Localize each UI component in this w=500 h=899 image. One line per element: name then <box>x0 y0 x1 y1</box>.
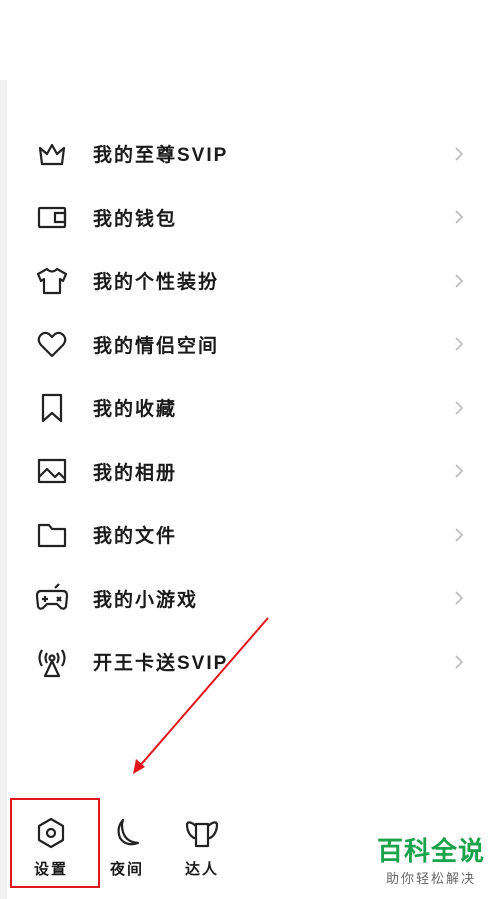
night-mode-button[interactable]: 夜间 <box>97 810 157 880</box>
chevron-right-icon <box>455 464 464 478</box>
menu-item-label: 我的个性装扮 <box>93 272 220 294</box>
menu-item-files[interactable]: 我的文件 <box>0 503 500 567</box>
heart-icon <box>35 327 69 361</box>
menu-item-label: 我的至尊SVIP <box>93 145 229 167</box>
watermark-subtitle: 助你轻松解决 <box>385 871 476 886</box>
crown-icon <box>35 137 69 171</box>
annotation-highlight-box <box>10 798 100 888</box>
chevron-right-icon <box>455 337 464 351</box>
menu-item-wangka-svip[interactable]: 开王卡送SVIP <box>0 630 500 694</box>
bookmark-icon <box>35 391 69 425</box>
menu-item-favorites[interactable]: 我的收藏 <box>0 376 500 440</box>
menu-item-mini-games[interactable]: 我的小游戏 <box>0 567 500 631</box>
folder-icon <box>35 518 69 552</box>
menu-item-label: 开王卡送SVIP <box>93 653 229 675</box>
night-mode-label: 夜间 <box>109 861 144 878</box>
menu-item-label: 我的小游戏 <box>93 589 199 611</box>
menu-item-svip[interactable]: 我的至尊SVIP <box>0 122 500 186</box>
wallet-icon <box>35 200 69 234</box>
expert-label: 达人 <box>184 861 219 878</box>
menu-item-label: 我的收藏 <box>93 399 178 421</box>
expert-button[interactable]: 达人 <box>172 810 232 880</box>
chevron-right-icon <box>455 274 464 288</box>
chevron-right-icon <box>455 147 464 161</box>
chevron-right-icon <box>455 591 464 605</box>
menu-item-album[interactable]: 我的相册 <box>0 440 500 504</box>
picture-icon <box>35 454 69 488</box>
menu-item-label: 我的文件 <box>93 526 178 548</box>
gamepad-icon <box>35 581 69 615</box>
menu-item-label: 我的钱包 <box>93 208 178 230</box>
menu-item-couple-space[interactable]: 我的情侣空间 <box>0 313 500 377</box>
menu-item-label: 我的相册 <box>93 462 178 484</box>
chevron-right-icon <box>455 401 464 415</box>
menu-item-wallet[interactable]: 我的钱包 <box>0 186 500 250</box>
menu-item-label: 我的情侣空间 <box>93 335 220 357</box>
menu-list: 我的至尊SVIP 我的钱包 我的个性装扮 我的情侣空间 我的收藏 我的相册 我的… <box>0 122 500 694</box>
antenna-icon <box>35 645 69 679</box>
wings-icon <box>185 821 219 848</box>
chevron-right-icon <box>455 210 464 224</box>
chevron-right-icon <box>455 655 464 669</box>
watermark: 百科全说 助你轻松解决 <box>370 836 492 887</box>
menu-item-personal-dressup[interactable]: 我的个性装扮 <box>0 249 500 313</box>
tshirt-icon <box>35 264 69 298</box>
chevron-right-icon <box>455 528 464 542</box>
watermark-title: 百科全说 <box>376 836 485 866</box>
moon-icon <box>117 818 140 846</box>
